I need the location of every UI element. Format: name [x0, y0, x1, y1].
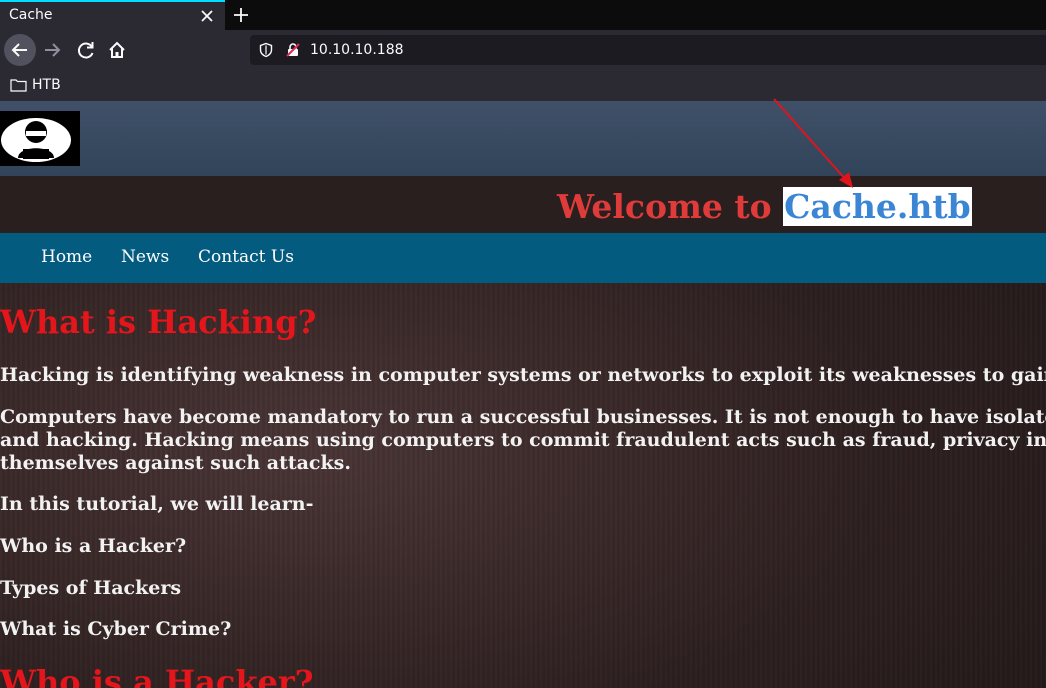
- close-icon[interactable]: [198, 7, 216, 25]
- hacker-logo: [1, 118, 71, 162]
- topic-who-is-hacker: Who is a Hacker?: [0, 535, 187, 557]
- site-logo[interactable]: [0, 111, 80, 166]
- paragraph-businesses-line3: themselves against such attacks.: [0, 452, 351, 474]
- topic-cyber-crime: What is Cyber Crime?: [0, 618, 232, 640]
- navigation-toolbar: 10.10.10.188: [0, 30, 1046, 70]
- active-tab[interactable]: Cache: [0, 0, 225, 30]
- topic-types-of-hackers: Types of Hackers: [0, 577, 182, 599]
- shield-icon[interactable]: [258, 42, 274, 58]
- menu-item-news[interactable]: News: [121, 247, 169, 267]
- heading-who-is-hacker: Who is a Hacker?: [0, 663, 314, 688]
- folder-icon: [10, 79, 27, 92]
- paragraph-businesses-line2: and hacking. Hacking means using compute…: [0, 429, 1046, 451]
- heading-what-is-hacking: What is Hacking?: [0, 303, 317, 341]
- paragraph-tutorial: In this tutorial, we will learn-: [0, 493, 314, 515]
- bookmarks-toolbar: HTB: [0, 70, 1046, 102]
- forward-arrow-icon: [45, 43, 61, 57]
- forward-button[interactable]: [37, 34, 69, 66]
- annotation-arrow: [773, 98, 853, 188]
- tab-title: Cache: [9, 7, 53, 23]
- site-header: [0, 101, 1046, 176]
- paragraph-businesses-line1: Computers have become mandatory to run a…: [0, 406, 1046, 428]
- url-text: 10.10.10.188: [310, 42, 404, 58]
- web-page: Welcome to Cache.htb Home News Contact U…: [0, 101, 1046, 688]
- site-menu: Home News Contact Us: [0, 233, 1046, 283]
- paragraph-intro: Hacking is identifying weakness in compu…: [0, 364, 1046, 386]
- bookmark-label: HTB: [32, 77, 61, 93]
- reload-button[interactable]: [70, 34, 102, 66]
- home-button[interactable]: [101, 34, 133, 66]
- plus-icon[interactable]: [230, 4, 252, 26]
- reload-icon: [77, 42, 94, 59]
- menu-item-contact-us[interactable]: Contact Us: [198, 247, 294, 267]
- home-icon: [109, 41, 125, 58]
- back-arrow-icon: [11, 43, 27, 57]
- back-button[interactable]: [4, 34, 36, 66]
- tab-strip: Cache: [0, 0, 1046, 30]
- menu-item-home[interactable]: Home: [41, 247, 92, 267]
- welcome-banner: Welcome to Cache.htb: [0, 176, 1046, 233]
- article-content: What is Hacking? Hacking is identifying …: [0, 283, 1046, 688]
- address-bar[interactable]: 10.10.10.188: [250, 35, 1046, 65]
- welcome-prefix: Welcome to: [557, 187, 772, 226]
- insecure-lock-icon[interactable]: [285, 42, 301, 58]
